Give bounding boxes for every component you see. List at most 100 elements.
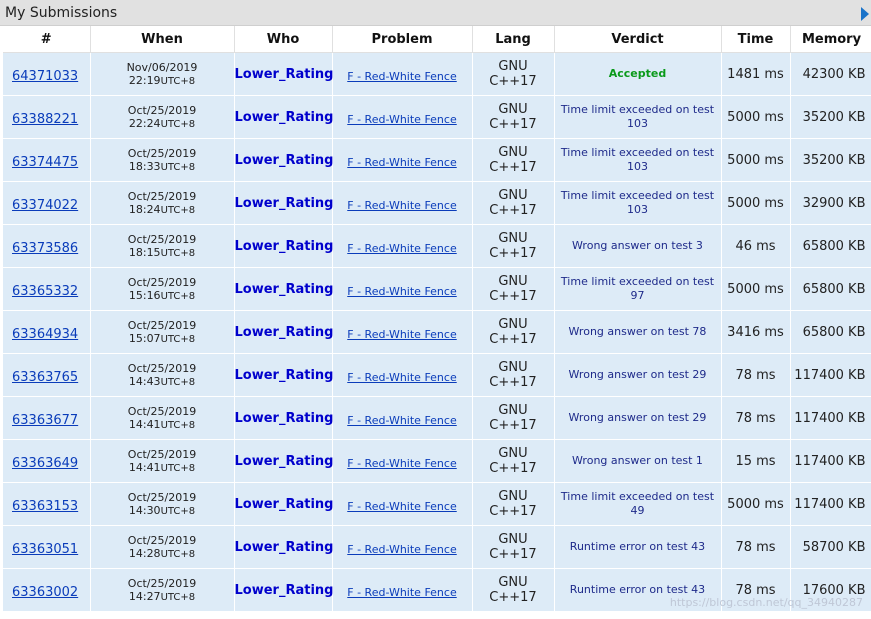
when-cell: Oct/25/2019 14:30UTC+8 [90,482,235,526]
who-cell[interactable]: Lower_Rating [234,138,333,182]
who-cell[interactable]: Lower_Rating [234,353,333,397]
lang-version: C++17 [489,246,537,261]
table-row: 63363765 Oct/25/2019 14:43UTC+8 Lower_Ratin… [3,353,871,397]
time-cell: 15 ms [721,439,791,483]
problem-link[interactable]: F - Red-White Fence [347,414,456,427]
submission-id-link[interactable]: 63363002 [12,585,78,600]
problem-cell: F - Red-White Fence [332,525,473,569]
problem-cell: F - Red-White Fence [332,396,473,440]
submission-id-link[interactable]: 63374475 [12,155,78,170]
who-cell[interactable]: Lower_Rating [234,482,333,526]
when-cell: Oct/25/2019 22:24UTC+8 [90,95,235,139]
timezone-label: UTC+8 [160,291,196,302]
verdict-cell[interactable]: Accepted [554,52,722,96]
problem-link[interactable]: F - Red-White Fence [347,586,456,599]
submission-id-link[interactable]: 63374022 [12,198,78,213]
submission-time: 15:16 [128,289,161,302]
submission-id-link[interactable]: 63373586 [12,241,78,256]
submission-date: Oct/25/2019 [127,448,197,461]
problem-link[interactable]: F - Red-White Fence [347,500,456,513]
problem-link[interactable]: F - Red-White Fence [347,113,456,126]
who-cell[interactable]: Lower_Rating [234,267,333,311]
problem-link[interactable]: F - Red-White Fence [347,70,456,83]
problem-link[interactable]: F - Red-White Fence [347,285,456,298]
submission-date: Nov/06/2019 [126,61,198,74]
column-header-lang: Lang [472,26,555,53]
submissions-table: # When Who Problem Lang Verdict Time Mem… [3,26,871,612]
submission-time: 14:41 [128,418,161,431]
lang-version: C++17 [489,74,537,89]
verdict-cell[interactable]: Wrong answer on test 1 [554,439,722,483]
time-cell: 5000 ms [721,181,791,225]
who-cell[interactable]: Lower_Rating [234,439,333,483]
submission-time: 18:33 [128,160,161,173]
timezone-label: UTC+8 [160,506,196,517]
table-row: 63364934 Oct/25/2019 15:07UTC+8 Lower_Ratin… [3,310,871,354]
verdict-cell[interactable]: Time limit exceeded on test 103 [554,138,722,182]
lang-name: GNU [498,403,528,418]
submission-id-link[interactable]: 63363677 [12,413,78,428]
lang-version: C++17 [489,504,537,519]
submission-id-link[interactable]: 63363051 [12,542,78,557]
lang-version: C++17 [489,117,537,132]
problem-link[interactable]: F - Red-White Fence [347,371,456,384]
submission-time: 22:24 [128,117,161,130]
who-cell[interactable]: Lower_Rating [234,224,333,268]
submission-time: 18:15 [128,246,161,259]
submission-id-link[interactable]: 63363765 [12,370,78,385]
table-row: 63363051 Oct/25/2019 14:28UTC+8 Lower_Ratin… [3,525,871,569]
submission-id-link[interactable]: 63365332 [12,284,78,299]
problem-link[interactable]: F - Red-White Fence [347,242,456,255]
submission-date: Oct/25/2019 [127,233,197,246]
verdict-cell[interactable]: Time limit exceeded on test 103 [554,181,722,225]
lang-cell: GNU C++17 [472,568,555,612]
submission-id-link[interactable]: 63388221 [12,112,78,127]
time-cell: 5000 ms [721,267,791,311]
when-cell: Oct/25/2019 15:16UTC+8 [90,267,235,311]
problem-link[interactable]: F - Red-White Fence [347,457,456,470]
submission-id-link[interactable]: 63363649 [12,456,78,471]
verdict-cell[interactable]: Time limit exceeded on test 103 [554,95,722,139]
who-cell[interactable]: Lower_Rating [234,396,333,440]
verdict-cell[interactable]: Time limit exceeded on test 49 [554,482,722,526]
table-row: 63373586 Oct/25/2019 18:15UTC+8 Lower_Ratin… [3,224,871,268]
verdict-cell[interactable]: Wrong answer on test 78 [554,310,722,354]
who-cell[interactable]: Lower_Rating [234,52,333,96]
lang-cell: GNU C++17 [472,310,555,354]
submission-id-cell: 63363765 [3,353,91,397]
lang-name: GNU [498,532,528,547]
lang-version: C++17 [489,332,537,347]
who-cell[interactable]: Lower_Rating [234,181,333,225]
submission-id-cell: 63374022 [3,181,91,225]
submission-id-cell: 63363051 [3,525,91,569]
who-cell[interactable]: Lower_Rating [234,525,333,569]
verdict-cell[interactable]: Time limit exceeded on test 97 [554,267,722,311]
memory-cell: 58700 KB [790,525,871,569]
submission-id-link[interactable]: 63363153 [12,499,78,514]
verdict-cell[interactable]: Wrong answer on test 29 [554,396,722,440]
memory-cell: 65800 KB [790,267,871,311]
submission-id-link[interactable]: 64371033 [12,69,78,84]
time-cell: 3416 ms [721,310,791,354]
verdict-cell[interactable]: Wrong answer on test 29 [554,353,722,397]
verdict-cell[interactable]: Wrong answer on test 3 [554,224,722,268]
memory-cell: 65800 KB [790,310,871,354]
submission-id-link[interactable]: 63364934 [12,327,78,342]
expand-arrow-icon[interactable] [861,7,869,21]
problem-cell: F - Red-White Fence [332,95,473,139]
problem-cell: F - Red-White Fence [332,310,473,354]
memory-cell: 32900 KB [790,181,871,225]
verdict-cell[interactable]: Runtime error on test 43 [554,525,722,569]
table-row: 63374475 Oct/25/2019 18:33UTC+8 Lower_Ratin… [3,138,871,182]
lang-version: C++17 [489,203,537,218]
submission-time: 14:43 [128,375,161,388]
who-cell[interactable]: Lower_Rating [234,310,333,354]
when-cell: Oct/25/2019 14:28UTC+8 [90,525,235,569]
problem-link[interactable]: F - Red-White Fence [347,199,456,212]
problem-link[interactable]: F - Red-White Fence [347,328,456,341]
who-cell[interactable]: Lower_Rating [234,95,333,139]
who-cell[interactable]: Lower_Rating [234,568,333,612]
problem-link[interactable]: F - Red-White Fence [347,543,456,556]
submission-date: Oct/25/2019 [127,362,197,375]
problem-link[interactable]: F - Red-White Fence [347,156,456,169]
